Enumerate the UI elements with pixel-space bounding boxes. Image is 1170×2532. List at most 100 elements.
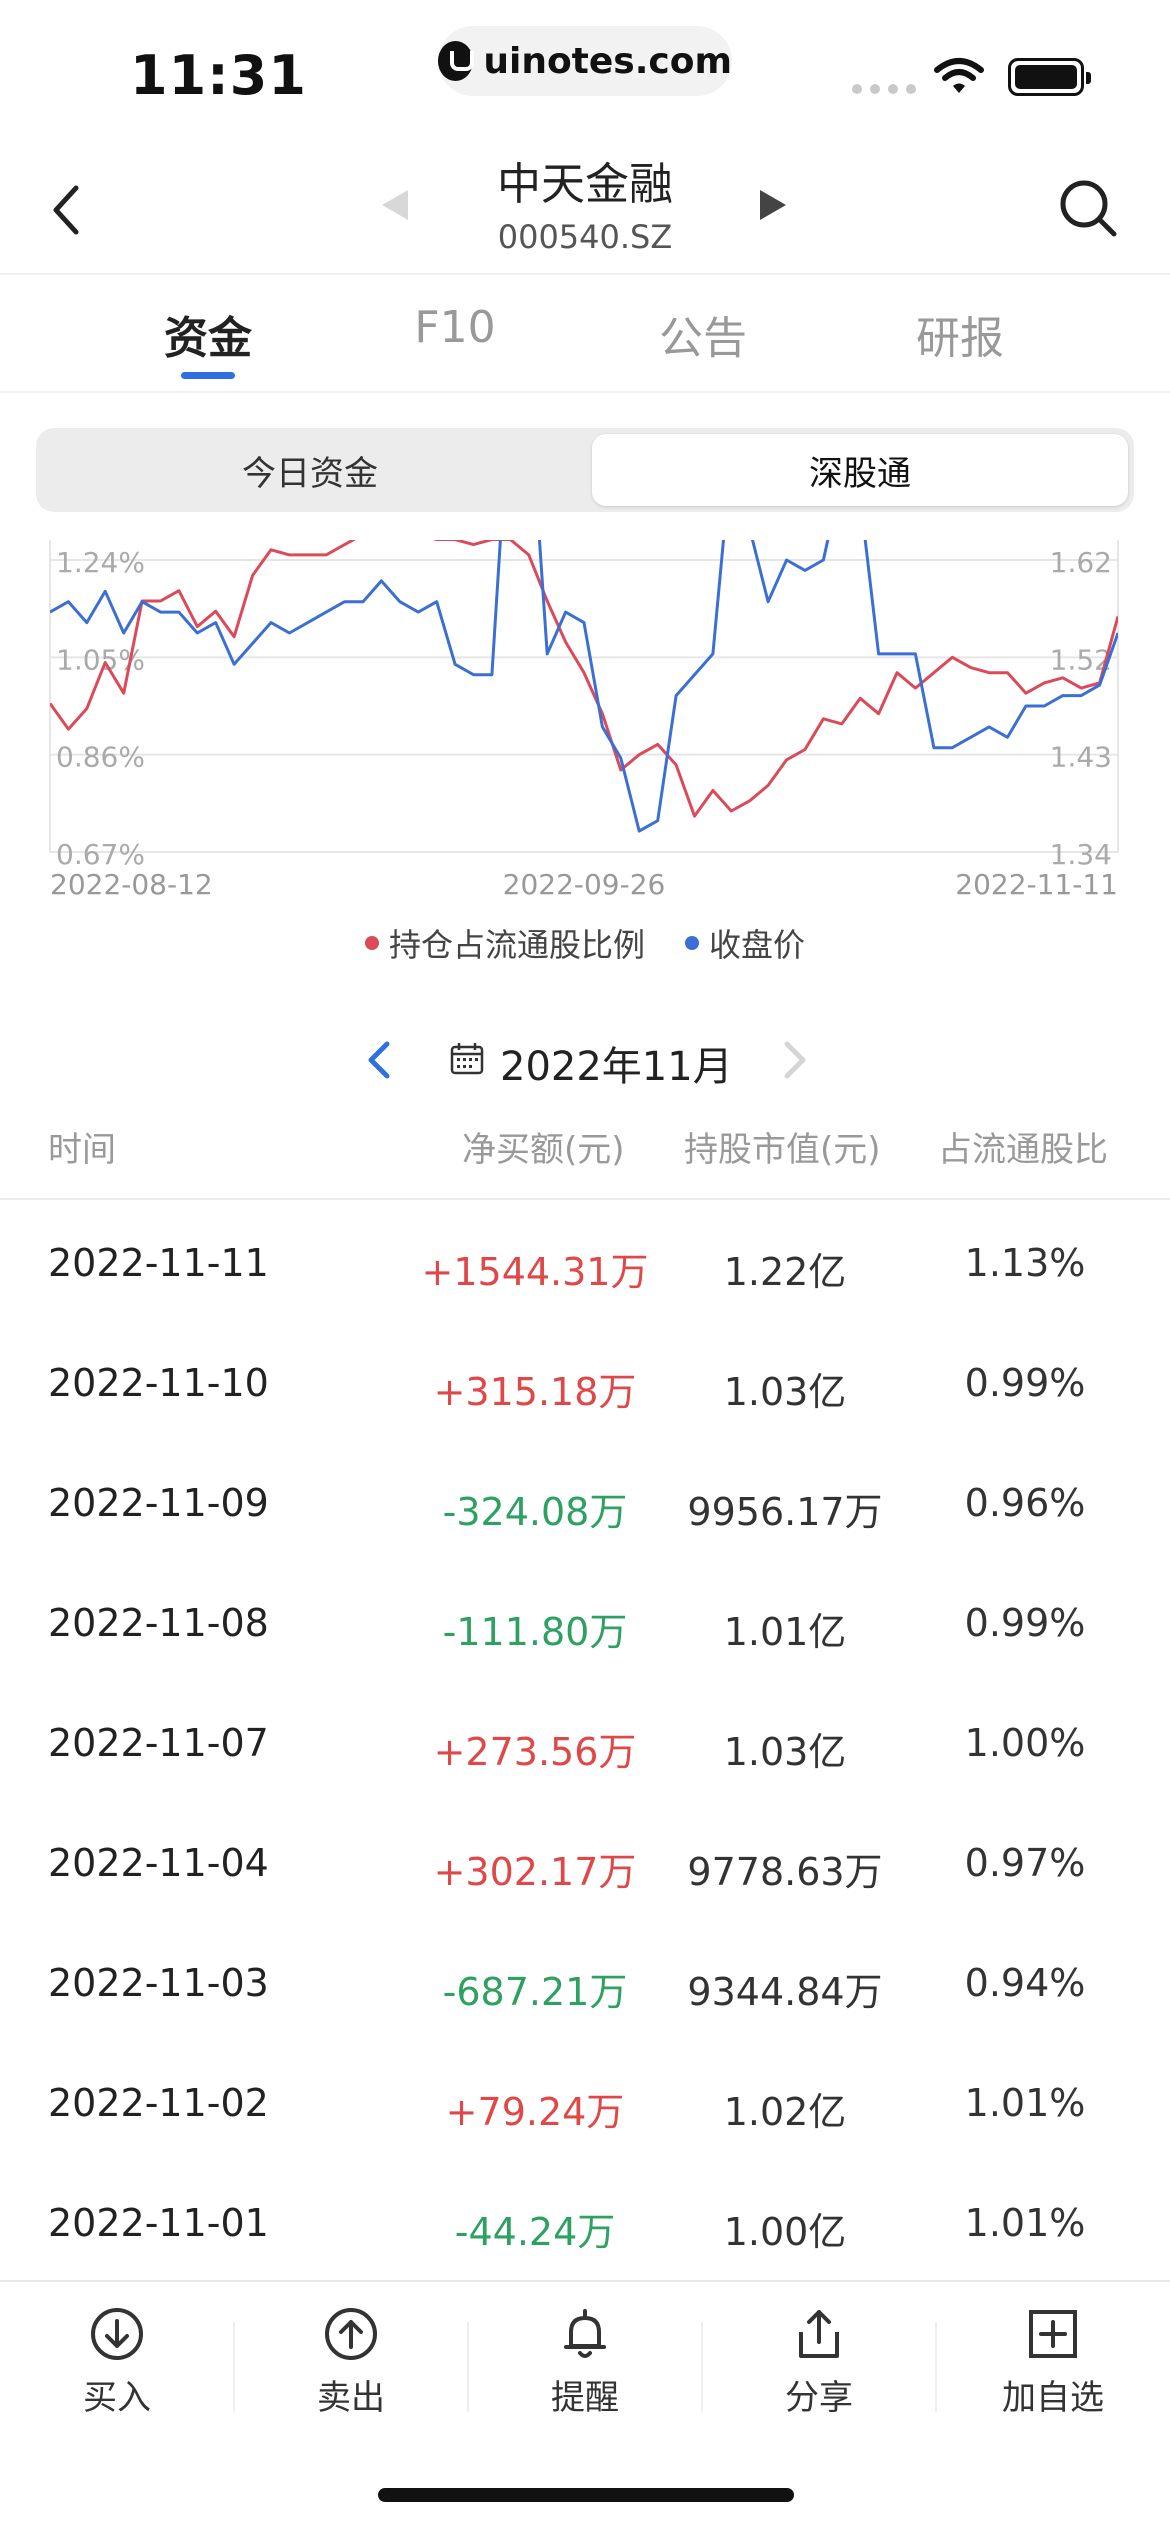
battery-icon <box>1008 58 1091 96</box>
arrow-up-circle-icon <box>325 2308 377 2360</box>
row-holding-value: 1.03亿 <box>723 1370 847 1414</box>
close-price-line <box>50 540 1118 833</box>
add-watchlist-label: 加自选 <box>1002 2378 1104 2418</box>
alert-button[interactable]: 提醒 <box>468 2306 702 2426</box>
table-header: 时间 净买额(元) 持股市值(元) 占流通股比 <box>0 1110 1170 1200</box>
prev-month-chevron-icon[interactable] <box>360 1038 400 1082</box>
tab-research[interactable]: 研报 <box>860 302 1060 366</box>
plus-square-icon <box>1029 2310 1077 2358</box>
table-row[interactable]: 2022-11-04 +302.17万 9778.63万 0.97% <box>0 1805 1170 1925</box>
tab-funds[interactable]: 资金 <box>108 302 308 366</box>
search-icon[interactable] <box>1056 176 1120 240</box>
row-date: 2022-11-03 <box>48 1961 269 2005</box>
next-stock-arrow-icon[interactable] <box>760 190 786 220</box>
next-month-chevron-icon[interactable] <box>774 1038 814 1082</box>
share-button[interactable]: 分享 <box>702 2306 936 2426</box>
row-net-buy: -324.08万 <box>442 1490 628 1534</box>
calendar-icon[interactable] <box>450 1042 484 1076</box>
stock-name: 中天金融 <box>497 159 673 210</box>
row-holding-value: 1.00亿 <box>723 2210 847 2254</box>
holding-chart: 1.24% 1.621.05% 1.520.86% 1.430.67% 1.342022… <box>49 540 1119 901</box>
header-float-ratio: 占流通股比 <box>938 1130 1108 1170</box>
row-net-buy: +1544.31万 <box>421 1250 649 1294</box>
x-tick-label: 2022-08-12 <box>50 868 213 901</box>
row-float-ratio: 1.00% <box>964 1721 1086 1765</box>
row-date: 2022-11-04 <box>48 1841 269 1885</box>
active-tab-indicator <box>181 372 235 379</box>
tab-f10[interactable]: F10 <box>355 302 555 353</box>
row-float-ratio: 0.94% <box>964 1961 1086 2005</box>
month-selector: 2022年11月 <box>0 1030 1170 1090</box>
row-date: 2022-11-02 <box>48 2081 269 2125</box>
site-logo-icon <box>438 41 475 81</box>
row-date: 2022-11-08 <box>48 1601 269 1645</box>
nav-header: 中天金融 000540.SZ <box>0 130 1170 275</box>
header-time: 时间 <box>48 1130 116 1170</box>
row-net-buy: +302.17万 <box>433 1850 637 1894</box>
row-float-ratio: 0.97% <box>964 1841 1086 1885</box>
chart-legend: 持仓占流通股比例 收盘价 <box>0 920 1170 966</box>
month-label[interactable]: 2022年11月 <box>500 1034 733 1092</box>
table-row[interactable]: 2022-11-07 +273.56万 1.03亿 1.00% <box>0 1685 1170 1805</box>
holding-ratio-line <box>50 540 1118 818</box>
table-row[interactable]: 2022-11-11 +1544.31万 1.22亿 1.13% <box>0 1205 1170 1325</box>
bell-icon <box>564 2309 606 2358</box>
table-row[interactable]: 2022-11-03 -687.21万 9344.84万 0.94% <box>0 1925 1170 2045</box>
left-axis-tick-label: 1.24% <box>56 546 145 579</box>
table-row[interactable]: 2022-11-10 +315.18万 1.03亿 0.99% <box>0 1325 1170 1445</box>
table-row[interactable]: 2022-11-09 -324.08万 9956.17万 0.96% <box>0 1445 1170 1565</box>
url-pill[interactable]: uinotes.com <box>438 26 732 96</box>
right-axis-tick-label: 1.34 <box>1050 838 1112 871</box>
row-date: 2022-11-10 <box>48 1361 269 1405</box>
row-net-buy: +315.18万 <box>433 1370 637 1414</box>
legend-holding-ratio: 持仓占流通股比例 <box>364 920 645 966</box>
row-net-buy: +79.24万 <box>445 2090 625 2134</box>
alert-label: 提醒 <box>551 2378 619 2418</box>
share-label: 分享 <box>785 2378 853 2418</box>
buy-button[interactable]: 买入 <box>0 2306 234 2426</box>
row-float-ratio: 1.01% <box>964 2081 1086 2125</box>
row-date: 2022-11-01 <box>48 2201 269 2245</box>
table-body: 2022-11-11 +1544.31万 1.22亿 1.13% 2022-11… <box>0 1205 1170 2285</box>
table-row[interactable]: 2022-11-01 -44.24万 1.00亿 1.01% <box>0 2165 1170 2285</box>
segment-today-funds[interactable]: 今日资金 <box>42 434 578 506</box>
url-text: uinotes.com <box>483 40 732 82</box>
row-float-ratio: 1.01% <box>964 2201 1086 2245</box>
cellular-signal-icon <box>852 84 916 94</box>
status-time: 11:31 <box>130 44 307 107</box>
row-date: 2022-11-11 <box>48 1241 269 1285</box>
row-holding-value: 1.22亿 <box>723 1250 847 1294</box>
row-holding-value: 1.01亿 <box>723 1610 847 1654</box>
table-row[interactable]: 2022-11-08 -111.80万 1.01亿 0.99% <box>0 1565 1170 1685</box>
home-indicator <box>378 2488 794 2502</box>
row-float-ratio: 0.96% <box>964 1481 1086 1525</box>
header-holding-value: 持股市值(元) <box>684 1130 881 1170</box>
x-tick-label: 2022-09-26 <box>503 868 666 901</box>
legend-blue-dot-icon <box>685 936 699 950</box>
row-date: 2022-11-09 <box>48 1481 269 1525</box>
add-watchlist-button[interactable]: 加自选 <box>936 2306 1170 2426</box>
row-net-buy: +273.56万 <box>433 1730 637 1774</box>
arrow-down-circle-icon <box>91 2308 143 2360</box>
row-holding-value: 1.02亿 <box>723 2090 847 2134</box>
row-holding-value: 9956.17万 <box>687 1490 883 1534</box>
right-axis-tick-label: 1.62 <box>1050 546 1112 579</box>
sell-button[interactable]: 卖出 <box>234 2306 468 2426</box>
x-tick-label: 2022-11-11 <box>955 868 1118 901</box>
header-net-buy: 净买额(元) <box>462 1130 625 1170</box>
row-net-buy: -44.24万 <box>454 2210 616 2254</box>
legend-close-price: 收盘价 <box>685 920 805 966</box>
row-net-buy: -111.80万 <box>442 1610 628 1654</box>
right-axis-tick-label: 1.43 <box>1050 741 1112 774</box>
row-holding-value: 9344.84万 <box>687 1970 883 2014</box>
sell-label: 卖出 <box>317 2378 385 2418</box>
tab-announcements[interactable]: 公告 <box>603 302 803 366</box>
segment-shenzhen-connect[interactable]: 深股通 <box>592 434 1128 506</box>
status-bar: 11:31 uinotes.com <box>0 0 1170 130</box>
legend-red-dot-icon <box>364 936 379 950</box>
table-row[interactable]: 2022-11-02 +79.24万 1.02亿 1.01% <box>0 2045 1170 2165</box>
segment-control: 今日资金 深股通 <box>36 428 1134 512</box>
buy-label: 买入 <box>83 2378 151 2418</box>
share-icon <box>799 2310 839 2358</box>
left-axis-tick-label: 0.67% <box>56 838 145 871</box>
